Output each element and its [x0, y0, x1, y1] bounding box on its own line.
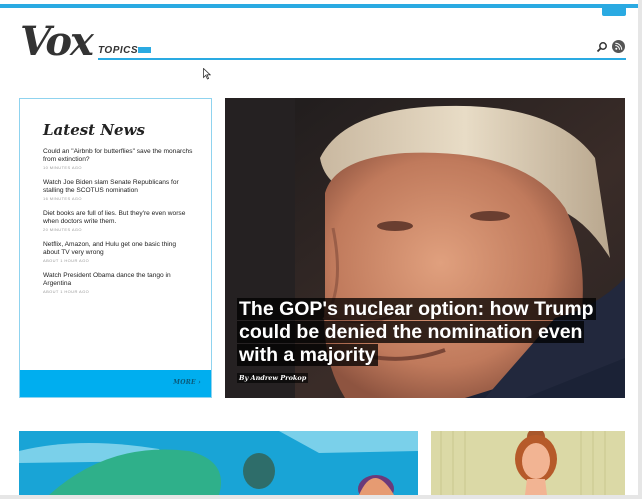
news-headline[interactable]: Could an "Airbnb for butterflies" save t… [43, 148, 193, 164]
site-header: Vox TOPICS [0, 8, 638, 92]
more-link[interactable]: MORE › [173, 379, 201, 386]
news-headline[interactable]: Watch Joe Biden slam Senate Republicans … [43, 179, 193, 195]
bottom-edge [0, 495, 642, 499]
search-icon[interactable] [596, 41, 608, 53]
news-headline[interactable]: Netflix, Amazon, and Hulu get one basic … [43, 241, 193, 257]
news-item[interactable]: Could an "Airbnb for butterflies" save t… [43, 148, 193, 171]
news-item[interactable]: Watch Joe Biden slam Senate Republicans … [43, 179, 193, 202]
news-item[interactable]: Watch President Obama dance the tango in… [43, 272, 193, 295]
latest-news-title: Latest News [43, 121, 145, 139]
header-rule [98, 58, 626, 60]
news-timestamp: 20 MINUTES AGO [43, 227, 82, 232]
news-item[interactable]: Netflix, Amazon, and Hulu get one basic … [43, 241, 193, 264]
topics-toggle-button[interactable] [138, 47, 151, 53]
rss-icon[interactable] [612, 40, 625, 53]
vox-logo[interactable]: Vox [20, 22, 94, 62]
mouse-cursor-icon [203, 68, 211, 80]
hero-headline-text[interactable]: The GOP's nuclear option: how Trump coul… [237, 298, 596, 366]
hero-byline[interactable]: By Andrew Prokop [237, 373, 309, 383]
news-timestamp: ABOUT 1 HOUR AGO [43, 258, 90, 263]
news-item[interactable]: Diet books are full of lies. But they're… [43, 210, 193, 233]
latest-news-list: Could an "Airbnb for butterflies" save t… [43, 148, 193, 303]
story-card-image[interactable] [19, 431, 418, 495]
hero-story[interactable]: The GOP's nuclear option: how Trump coul… [225, 98, 625, 398]
latest-news-panel: Latest News Could an "Airbnb for butterf… [19, 98, 212, 398]
scrollbar-edge [638, 0, 642, 499]
topics-menu-label[interactable]: TOPICS [98, 45, 138, 56]
hero-headline[interactable]: The GOP's nuclear option: how Trump coul… [237, 298, 597, 367]
story-card-portrait-image[interactable] [431, 431, 625, 495]
news-timestamp: 10 MINUTES AGO [43, 165, 82, 170]
latest-news-footer: MORE › [20, 370, 211, 397]
story-card-portrait[interactable] [431, 431, 625, 495]
news-timestamp: ABOUT 1 HOUR AGO [43, 289, 90, 294]
story-card-illustration[interactable] [19, 431, 418, 495]
more-label[interactable]: MORE [173, 379, 196, 386]
browser-viewport: Vox TOPICS Latest News Could an "Airbnb … [0, 0, 642, 499]
news-headline[interactable]: Diet books are full of lies. But they're… [43, 210, 193, 226]
news-headline[interactable]: Watch President Obama dance the tango in… [43, 272, 193, 288]
news-timestamp: 16 MINUTES AGO [43, 196, 82, 201]
